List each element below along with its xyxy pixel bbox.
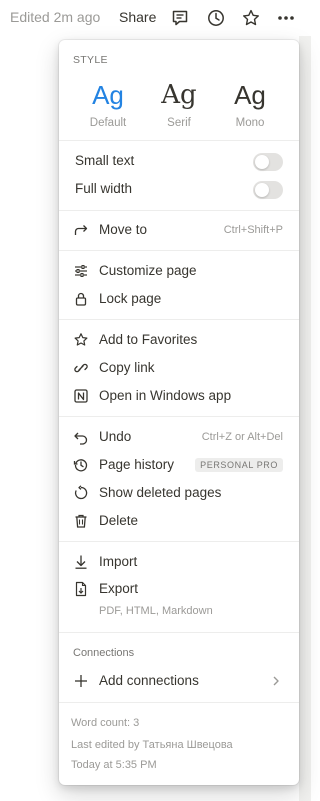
style-section-label: STYLE [73,54,108,66]
small-text-toggle[interactable] [253,153,283,171]
restore-icon [73,485,89,501]
top-bar: Edited 2m ago Share [0,0,311,36]
move-to-shortcut: Ctrl+Shift+P [223,224,283,236]
open-in-windows-app-item[interactable]: Open in Windows app [59,382,299,410]
toggle-knob [255,183,269,197]
sliders-icon [73,263,89,279]
delete-label: Delete [99,513,139,528]
delete-item[interactable]: Delete [59,507,299,535]
copy-link-label: Copy link [99,360,155,375]
connections-section-label: Connections [73,647,135,659]
more-icon[interactable] [276,8,296,28]
export-formats: PDF, HTML, Markdown [99,605,213,617]
divider [59,702,299,703]
import-label: Import [99,554,138,569]
small-text-label: Small text [75,153,135,168]
undo-item[interactable]: Undo Ctrl+Z or Alt+Del [59,423,299,451]
export-item[interactable]: Export PDF, HTML, Markdown [59,575,299,621]
style-default-label: Default [89,117,127,129]
style-serif-label: Serif [167,117,191,129]
divider [59,319,299,320]
page-history-label: Page history [99,457,175,472]
style-mono-label: Mono [235,117,265,129]
divider [59,140,299,141]
move-to-item[interactable]: Move to Ctrl+Shift+P [59,216,299,244]
undo-icon [73,429,89,445]
export-file-icon [73,581,89,597]
plan-badge: PERSONAL PRO [195,458,283,472]
style-serif-preview: Ag [161,80,197,110]
divider [59,541,299,542]
arrow-right-turn-icon [73,222,89,238]
page-options-menu: STYLE Ag Default Ag Serif Ag Mono Small … [59,40,299,785]
star-icon [73,332,89,348]
add-to-favorites-item[interactable]: Add to Favorites [59,326,299,354]
comment-icon[interactable] [170,8,190,28]
full-width-label: Full width [75,181,133,196]
full-width-toggle-row[interactable]: Full width [59,175,299,203]
share-button[interactable]: Share [119,9,156,25]
import-item[interactable]: Import [59,548,299,576]
full-width-toggle[interactable] [253,181,283,199]
trash-icon [73,513,89,529]
divider [59,210,299,211]
history-icon [73,457,89,473]
star-icon[interactable] [241,8,261,28]
add-to-favorites-label: Add to Favorites [99,332,198,347]
clock-icon[interactable] [206,8,226,28]
page-history-item[interactable]: Page history PERSONAL PRO [59,451,299,479]
link-icon [73,360,89,376]
lock-page-item[interactable]: Lock page [59,285,299,313]
copy-link-item[interactable]: Copy link [59,354,299,382]
last-edited-by: Last edited by Татьяна Швецова [71,739,233,751]
style-option-mono[interactable]: Ag Mono [215,80,285,129]
customize-page-label: Customize page [99,263,197,278]
import-icon [73,554,89,570]
lock-page-label: Lock page [99,291,162,306]
undo-label: Undo [99,429,132,444]
style-option-serif[interactable]: Ag Serif [144,80,214,129]
show-deleted-pages-item[interactable]: Show deleted pages [59,479,299,507]
chevron-right-icon [269,674,283,688]
style-mono-preview: Ag [234,80,266,110]
open-in-windows-app-label: Open in Windows app [99,388,232,403]
undo-shortcut: Ctrl+Z or Alt+Del [201,431,283,443]
add-connections-item[interactable]: Add connections [59,667,299,695]
edited-status: Edited 2m ago [10,9,101,25]
export-label: Export [99,581,139,596]
style-option-default[interactable]: Ag Default [73,80,143,129]
notion-logo-icon [73,388,89,404]
style-default-preview: Ag [92,80,124,110]
word-count: Word count: 3 [71,717,140,729]
toggle-knob [255,155,269,169]
move-to-label: Move to [99,222,148,237]
divider [59,416,299,417]
page-scroll-background [299,36,311,801]
customize-page-item[interactable]: Customize page [59,257,299,285]
last-edited-time: Today at 5:35 PM [71,759,157,771]
lock-icon [73,291,89,307]
divider [59,250,299,251]
plus-icon [73,673,89,689]
show-deleted-pages-label: Show deleted pages [99,485,222,500]
divider [59,632,299,633]
small-text-toggle-row[interactable]: Small text [59,147,299,175]
add-connections-label: Add connections [99,673,199,688]
